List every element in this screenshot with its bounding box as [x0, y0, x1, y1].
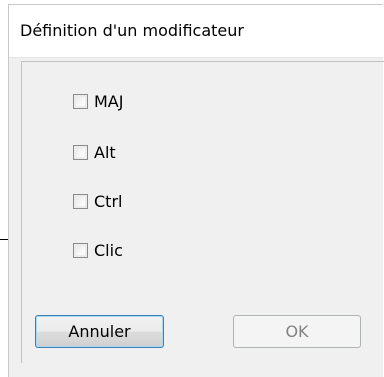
modifier-dialog: Définition d'un modificateur MAJ Alt Ctr… [8, 4, 384, 377]
page: Définition d'un modificateur MAJ Alt Ctr… [0, 0, 384, 377]
maj-checkbox[interactable] [73, 93, 88, 109]
ctrl-checkbox[interactable] [73, 193, 88, 209]
cancel-button[interactable]: Annuler [35, 315, 164, 348]
option-clic[interactable]: Clic [73, 239, 123, 261]
option-alt[interactable]: Alt [73, 141, 116, 163]
maj-label: MAJ [94, 91, 124, 111]
ok-button[interactable]: OK [233, 315, 361, 348]
clic-checkbox[interactable] [73, 242, 88, 258]
dialog-title: Définition d'un modificateur [20, 21, 244, 40]
alt-label: Alt [94, 142, 116, 162]
ctrl-label: Ctrl [94, 191, 123, 211]
dialog-titlebar: Définition d'un modificateur [9, 5, 383, 58]
option-ctrl[interactable]: Ctrl [73, 190, 122, 212]
alt-checkbox[interactable] [73, 144, 88, 160]
clic-label: Clic [94, 240, 123, 260]
option-maj[interactable]: MAJ [73, 90, 123, 112]
